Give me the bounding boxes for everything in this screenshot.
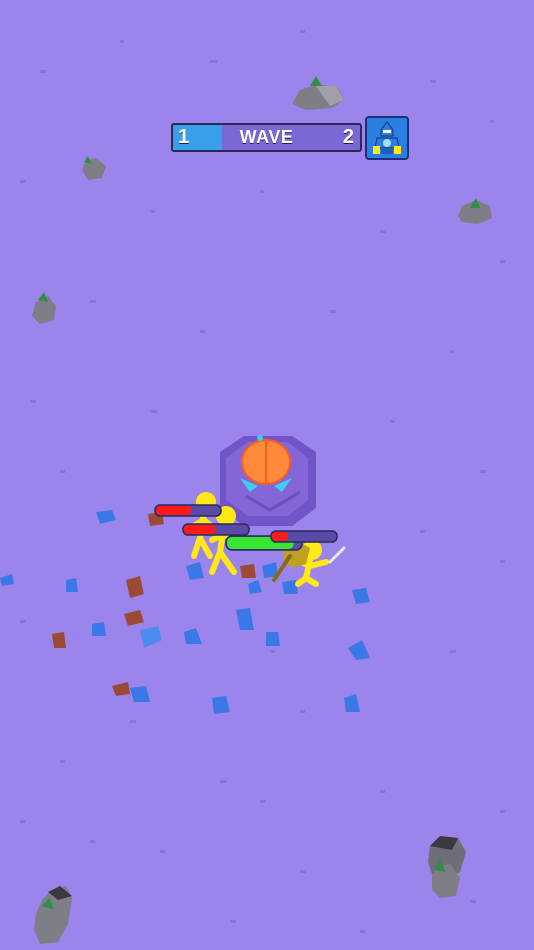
wave-progress-bar: 1 WAVE 2 [171,123,362,152]
enemy-health-bar [182,523,250,536]
armored-knight-icon [373,121,401,154]
boss-portrait [365,116,409,160]
next-wave-number: 2 [342,126,354,148]
enemy-health-bar [270,530,338,543]
enemy-health-bar [154,504,222,517]
wave-label: WAVE [239,127,294,147]
